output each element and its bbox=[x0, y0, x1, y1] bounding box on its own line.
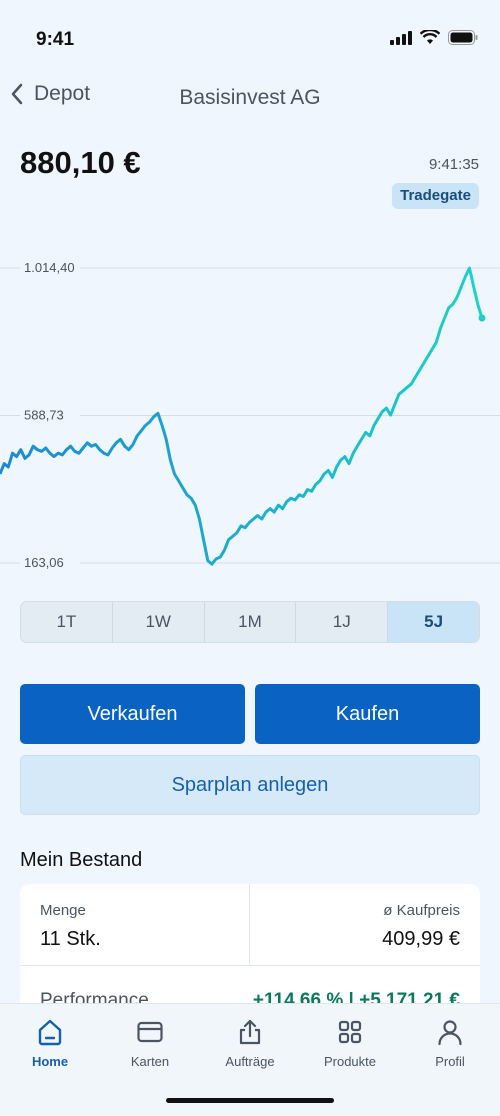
range-tabs: 1T 1W 1M 1J 5J bbox=[20, 601, 480, 643]
person-icon bbox=[438, 1020, 462, 1046]
tab-home-label: Home bbox=[31, 1054, 69, 1069]
tab-produkte[interactable]: Produkte bbox=[310, 1018, 390, 1069]
price-chart[interactable]: 1.014,40 588,73 163,06 bbox=[0, 230, 500, 590]
avg-price-value: 409,99 € bbox=[382, 928, 460, 950]
buy-button[interactable]: Kaufen bbox=[255, 684, 480, 744]
tab-auftraege-label: Aufträge bbox=[225, 1054, 275, 1069]
tab-home[interactable]: Home bbox=[10, 1018, 90, 1069]
trade-buttons: Verkaufen Kaufen bbox=[20, 684, 480, 744]
grid-icon bbox=[338, 1020, 362, 1044]
tab-produkte-label: Produkte bbox=[323, 1054, 377, 1069]
tab-karten[interactable]: Karten bbox=[110, 1018, 190, 1069]
range-tab-1j[interactable]: 1J bbox=[296, 602, 389, 642]
sell-button[interactable]: Verkaufen bbox=[20, 684, 245, 744]
quantity-cell: Menge 11 Stk. bbox=[20, 884, 250, 966]
signal-icon bbox=[390, 30, 412, 45]
avg-price-label: ø Kaufpreis bbox=[383, 902, 460, 919]
holding-title: Mein Bestand bbox=[20, 849, 143, 871]
tab-karten-label: Karten bbox=[130, 1054, 170, 1069]
wifi-icon bbox=[420, 30, 440, 44]
home-icon bbox=[38, 1019, 62, 1046]
exchange-badge[interactable]: Tradegate bbox=[392, 183, 479, 209]
tab-auftraege[interactable]: Aufträge bbox=[210, 1018, 290, 1069]
status-time: 9:41 bbox=[36, 29, 75, 50]
avg-price-cell: ø Kaufpreis 409,99 € bbox=[250, 884, 480, 966]
current-price: 880,10 € bbox=[20, 145, 141, 180]
page-title: Basisinvest AG bbox=[179, 86, 321, 109]
quantity-value: 11 Stk. bbox=[40, 928, 101, 950]
home-indicator bbox=[166, 1098, 334, 1103]
quantity-label: Menge bbox=[40, 902, 86, 919]
battery-icon bbox=[448, 30, 478, 45]
chart-tick-label: 588,73 bbox=[24, 408, 64, 423]
tab-profil-label: Profil bbox=[435, 1054, 465, 1069]
tab-profil[interactable]: Profil bbox=[410, 1018, 490, 1069]
range-tab-5j[interactable]: 5J bbox=[388, 602, 479, 642]
range-tab-1t[interactable]: 1T bbox=[21, 602, 113, 642]
chart-last-point bbox=[478, 314, 486, 322]
quote-time: 9:41:35 bbox=[428, 156, 479, 173]
card-icon bbox=[137, 1021, 163, 1043]
share-icon bbox=[239, 1019, 261, 1045]
range-tab-1m[interactable]: 1M bbox=[205, 602, 297, 642]
status-bar: 9:41 bbox=[0, 0, 500, 80]
nav-bar: Depot Basisinvest AG bbox=[0, 80, 500, 116]
chart-tick-label: 163,06 bbox=[24, 555, 64, 570]
status-icons bbox=[390, 30, 478, 45]
chart-tick-label: 1.014,40 bbox=[24, 260, 75, 275]
savings-plan-button[interactable]: Sparplan anlegen bbox=[20, 755, 480, 815]
range-tab-1w[interactable]: 1W bbox=[113, 602, 205, 642]
